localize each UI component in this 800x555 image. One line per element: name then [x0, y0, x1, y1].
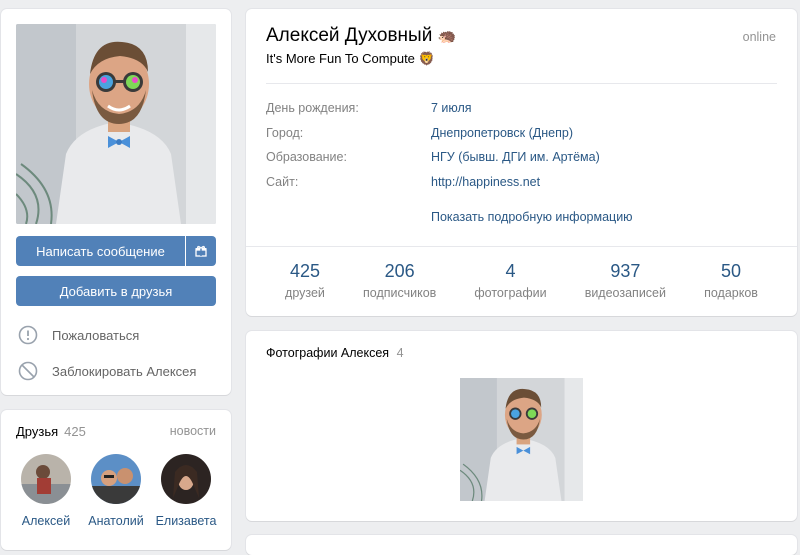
info-label: Город:	[266, 126, 304, 140]
counter-videos[interactable]: 937 видеозаписей	[585, 247, 666, 316]
warning-icon	[18, 325, 38, 345]
counter-number: 206	[384, 261, 415, 281]
add-friend-label: Добавить в друзья	[59, 283, 173, 299]
profile-info-card: Алексей Духовный 🦔 It's More Fun To Comp…	[246, 9, 797, 316]
friend-item[interactable]: Алексей	[11, 454, 81, 528]
info-row-site: Сайт: http://happiness.net	[266, 175, 540, 189]
info-label: Образование:	[266, 150, 347, 164]
online-status: online	[742, 30, 776, 44]
friends-news-link[interactable]: новости	[170, 424, 216, 439]
counter-friends[interactable]: 425 друзей	[285, 247, 325, 316]
counter-label: подарков	[704, 286, 758, 300]
send-message-button[interactable]: Написать сообщение	[16, 236, 185, 266]
counter-label: подписчиков	[363, 286, 437, 300]
friend-item[interactable]: Анатолий	[81, 454, 151, 528]
avatar-photo	[16, 24, 216, 224]
gift-button[interactable]	[186, 236, 216, 266]
block-label: Заблокировать Алексея	[52, 363, 197, 379]
friend-avatar	[91, 454, 141, 504]
friends-count: 425	[64, 424, 86, 439]
info-value[interactable]: 7 июля	[431, 101, 472, 115]
add-friend-button[interactable]: Добавить в друзья	[16, 276, 216, 306]
photos-card: Фотографии Алексея 4	[246, 331, 797, 521]
counter-number: 50	[720, 261, 742, 281]
hedgehog-icon: 🦔	[437, 28, 457, 45]
report-label: Пожаловаться	[52, 327, 140, 343]
send-message-label: Написать сообщение	[36, 243, 165, 259]
counter-label: фотографии	[474, 286, 547, 300]
photo-thumbnail[interactable]	[460, 378, 583, 501]
counter-followers[interactable]: 206 подписчиков	[363, 247, 436, 316]
counter-number: 425	[289, 261, 320, 281]
info-value[interactable]: НГУ (бывш. ДГИ им. Артёма)	[431, 150, 600, 164]
info-value[interactable]: Днепропетровск (Днепр)	[431, 126, 573, 140]
friend-avatar	[161, 454, 211, 504]
profile-status-text: It's More Fun To Compute	[266, 51, 415, 66]
divider	[266, 83, 777, 84]
next-card-edge	[246, 535, 797, 555]
photos-header[interactable]: Фотографии Алексея 4	[266, 346, 404, 360]
friends-header: Друзья 425 новости	[16, 424, 216, 439]
counter-number: 4	[505, 261, 516, 281]
block-user-link[interactable]: Заблокировать Алексея	[18, 359, 196, 383]
info-label: Сайт:	[266, 175, 299, 189]
friends-card: Друзья 425 новости Алексей Анатолий Елиз…	[1, 410, 231, 550]
block-icon	[18, 361, 38, 381]
show-more-info-link[interactable]: Показать подробную информацию	[431, 210, 633, 224]
profile-status: It's More Fun To Compute 🦁	[266, 51, 435, 67]
photos-count: 4	[396, 346, 404, 360]
photos-title: Фотографии Алексея	[266, 346, 390, 360]
profile-counters: 425 друзей 206 подписчиков 4 фотографии …	[246, 246, 797, 316]
profile-avatar[interactable]	[16, 24, 216, 224]
counter-label: видеозаписей	[584, 286, 666, 300]
counter-label: друзей	[285, 286, 325, 300]
info-row-city: Город: Днепропетровск (Днепр)	[266, 126, 573, 140]
profile-sidebar-card: Написать сообщение Добавить в друзья Пож…	[1, 9, 231, 395]
info-value[interactable]: http://happiness.net	[431, 175, 540, 189]
report-link[interactable]: Пожаловаться	[18, 323, 139, 347]
counter-photos[interactable]: 4 фотографии	[474, 247, 546, 316]
friends-title[interactable]: Друзья	[16, 424, 58, 439]
friend-name: Елизавета	[155, 514, 217, 528]
lion-icon: 🦁	[418, 51, 435, 66]
counter-number: 937	[610, 261, 641, 281]
profile-name: Алексей Духовный 🦔	[266, 25, 456, 47]
friend-name: Алексей	[21, 514, 71, 528]
info-label: День рождения:	[266, 101, 359, 115]
friend-name: Анатолий	[88, 514, 144, 528]
info-row-education: Образование: НГУ (бывш. ДГИ им. Артёма)	[266, 150, 600, 164]
photo-image	[460, 378, 583, 501]
counter-gifts[interactable]: 50 подарков	[704, 247, 758, 316]
profile-name-text: Алексей Духовный	[266, 25, 433, 46]
friend-item[interactable]: Елизавета	[151, 454, 221, 528]
gift-icon	[195, 245, 207, 257]
friend-avatar	[21, 454, 71, 504]
info-row-birthday: День рождения: 7 июля	[266, 101, 472, 115]
